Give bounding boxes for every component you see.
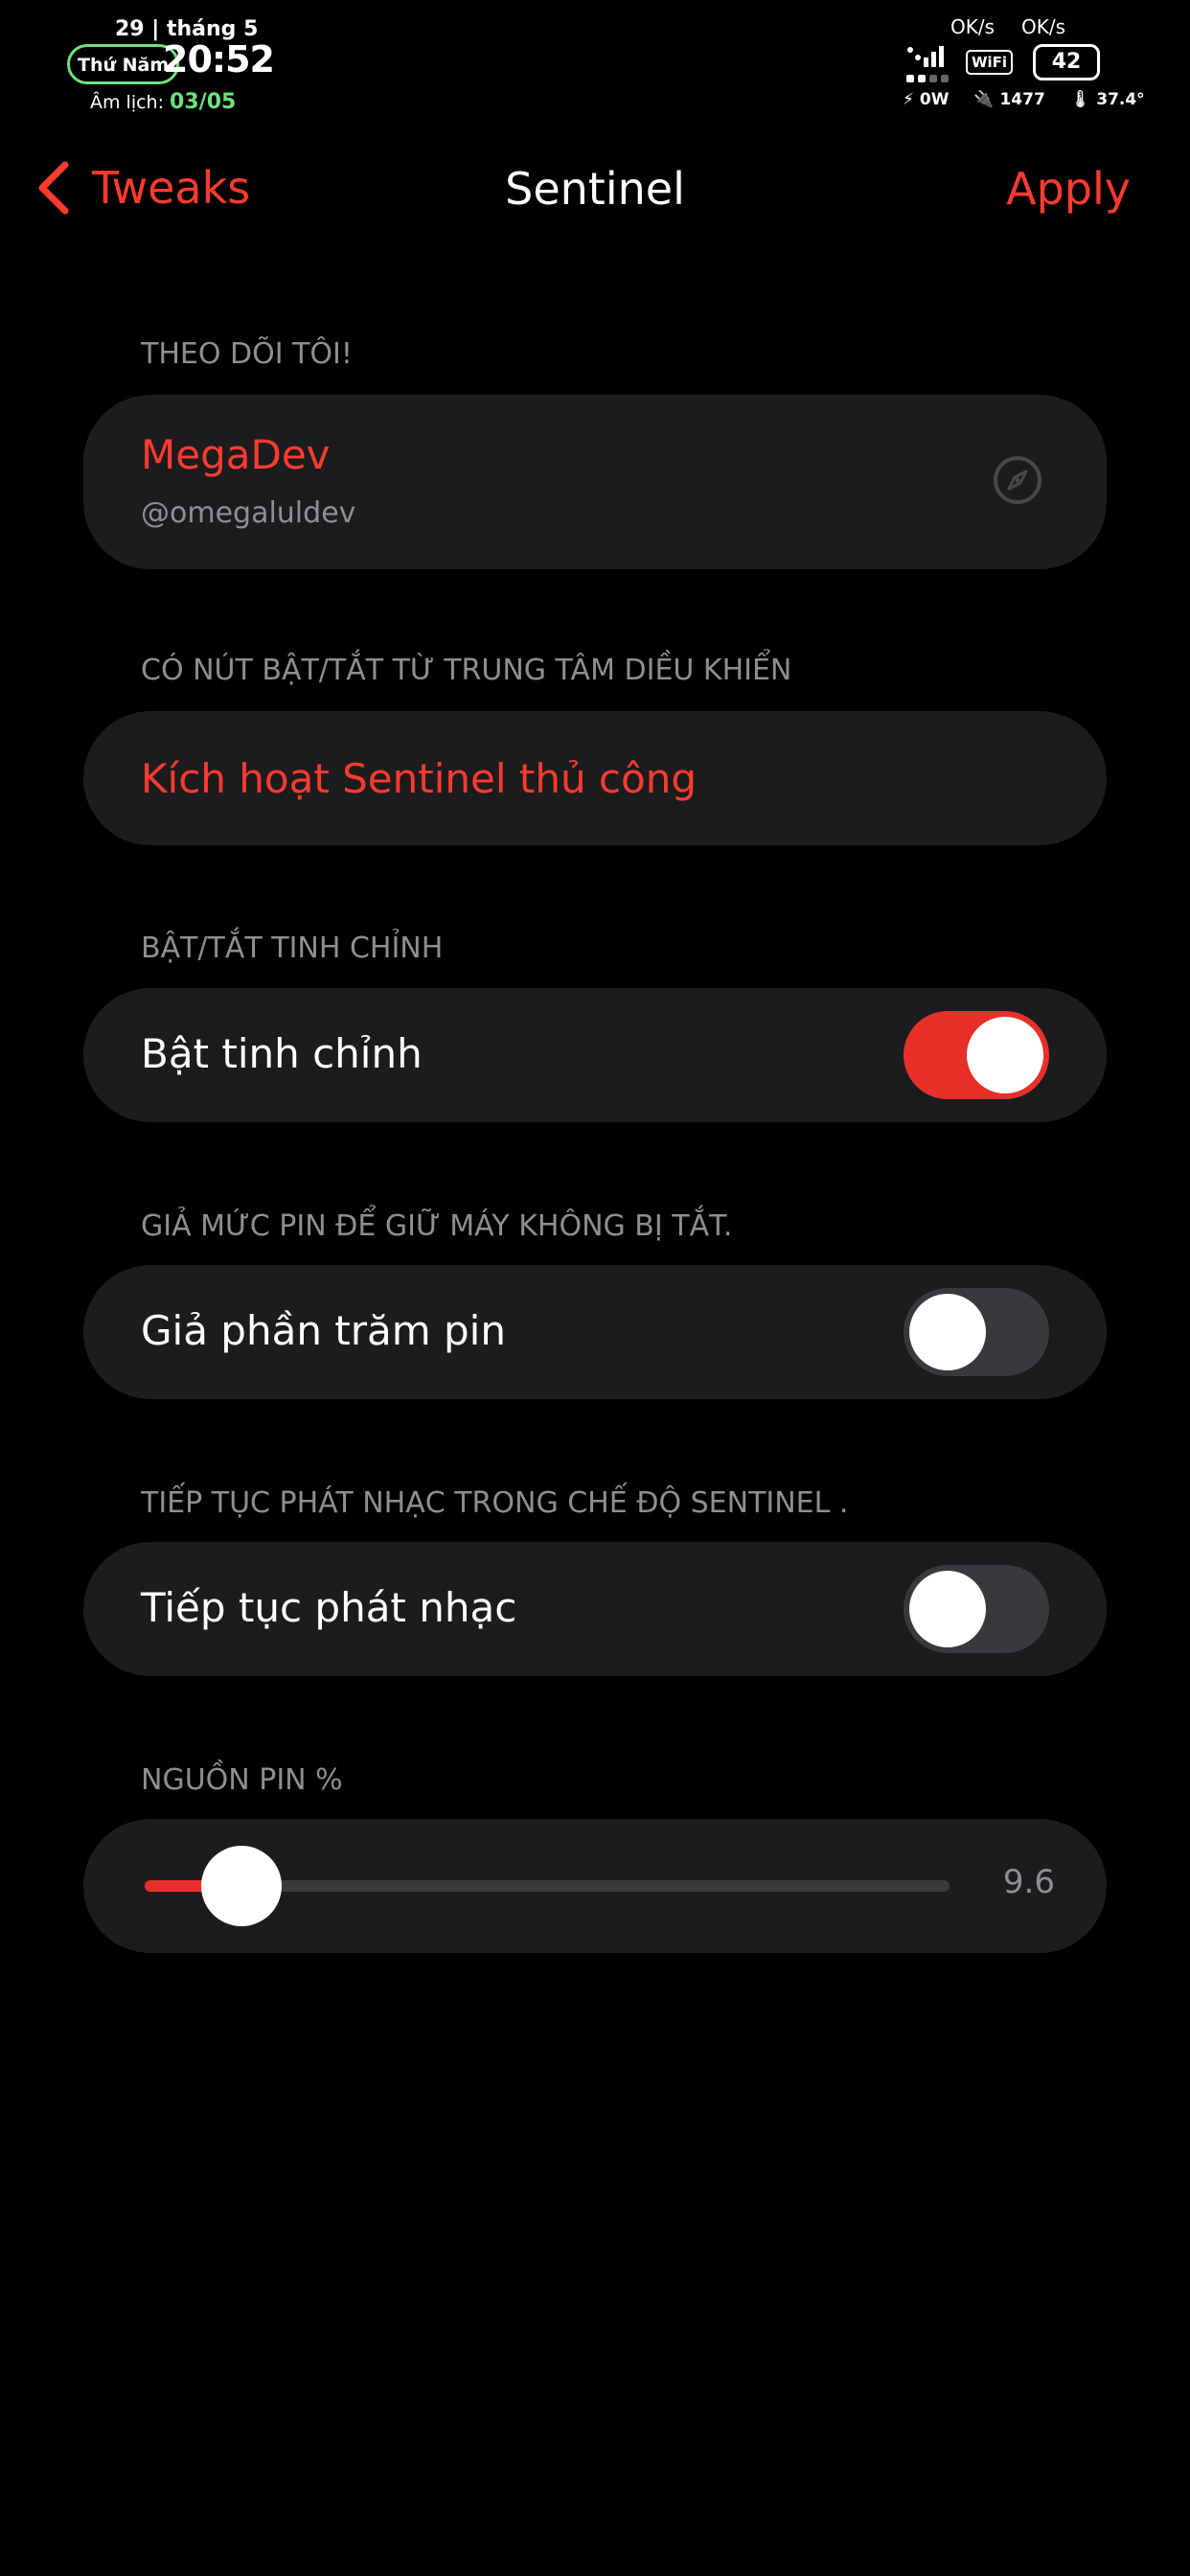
- status-time: 20:52: [163, 38, 275, 80]
- battery-source-slider[interactable]: [145, 1846, 950, 1926]
- manual-activate-sentinel-button[interactable]: Kích hoạt Sentinel thủ công: [83, 711, 1107, 845]
- section-header-enable: BẬT/TẮT TINH CHỈNH: [141, 932, 444, 965]
- manual-activate-label: Kích hoạt Sentinel thủ công: [141, 755, 698, 802]
- download-speed: OK/s: [1021, 15, 1066, 38]
- section-header-control-center: CÓ NÚT BẬT/TẮT TỪ TRUNG TÂM DIỀU KHIỂN: [141, 654, 792, 687]
- navigation-bar: Tweaks Sentinel Apply: [0, 153, 1190, 230]
- section-header-fake-battery: GIẢ MỨC PIN ĐỂ GIỮ MÁY KHÔNG BỊ TẮT.: [141, 1209, 733, 1243]
- section-header-music: TIẾP TỤC PHÁT NHẠC TRONG CHẾ ĐỘ SENTINEL…: [141, 1486, 849, 1520]
- section-header-follow: THEO DÕI TÔI!: [141, 337, 353, 371]
- status-bar-right: OK/s OK/s WiFi 42 ⚡ 0W 🔌 1477 🌡 37.4°: [903, 12, 1145, 117]
- enable-tweak-toggle[interactable]: [904, 1011, 1049, 1099]
- fake-battery-label: Giả phần trăm pin: [141, 1307, 506, 1354]
- enable-tweak-label: Bật tinh chỉnh: [141, 1030, 423, 1077]
- fake-battery-toggle[interactable]: [904, 1288, 1049, 1376]
- device-stats: ⚡ 0W 🔌 1477 🌡 37.4°: [903, 90, 1145, 109]
- slider-thumb[interactable]: [200, 1846, 282, 1926]
- lunar-value: 03/05: [170, 90, 237, 114]
- apply-button[interactable]: Apply: [1006, 163, 1131, 215]
- toggle-knob: [909, 1571, 986, 1647]
- follow-developer-cell[interactable]: MegaDev @omegaluldev: [83, 395, 1107, 569]
- cellular-signal-icon: [906, 46, 949, 82]
- wifi-icon: WiFi: [966, 50, 1014, 75]
- continue-music-label: Tiếp tục phát nhạc: [141, 1584, 517, 1631]
- continue-music-cell: Tiếp tục phát nhạc: [83, 1542, 1107, 1676]
- battery-source-cell: 9.6: [83, 1819, 1107, 1953]
- upload-speed: OK/s: [950, 15, 995, 38]
- battery-cycles-value: 🔌 1477: [973, 90, 1045, 109]
- lunar-label: Âm lịch:: [90, 92, 164, 113]
- toggle-knob: [909, 1294, 986, 1370]
- compass-icon: [994, 456, 1041, 504]
- status-lunar-date: Âm lịch: 03/05: [90, 90, 236, 114]
- battery-source-value: 9.6: [1002, 1863, 1055, 1901]
- toggle-knob: [967, 1017, 1043, 1093]
- temperature-value: 🌡 37.4°: [1069, 90, 1145, 109]
- developer-handle: @omegaluldev: [141, 496, 356, 530]
- developer-name: MegaDev: [141, 431, 331, 478]
- continue-music-toggle[interactable]: [904, 1565, 1049, 1653]
- battery-icon: 42: [1033, 44, 1100, 80]
- section-header-battery-source: NGUỒN PIN %: [141, 1763, 343, 1797]
- power-value: ⚡ 0W: [903, 90, 950, 109]
- enable-tweak-cell: Bật tinh chỉnh: [83, 988, 1107, 1122]
- fake-battery-cell: Giả phần trăm pin: [83, 1265, 1107, 1399]
